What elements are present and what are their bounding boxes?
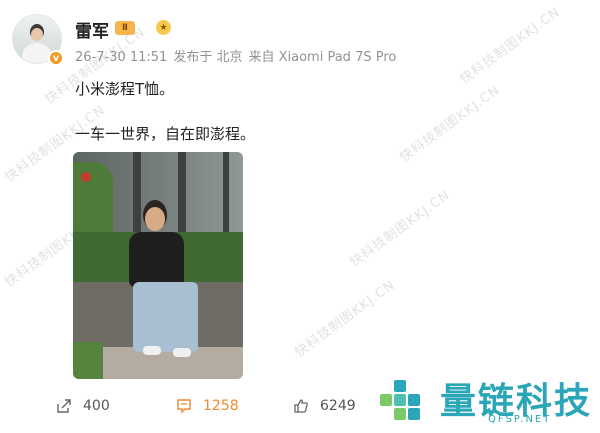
watermark-text: 快科技制图KKJ.CN <box>397 82 504 166</box>
like-button[interactable]: 6249 <box>292 397 356 415</box>
verified-badge: v <box>48 50 64 66</box>
comment-icon <box>175 397 193 415</box>
post-text-line2: 一车一世界，自在即澎程。 <box>75 125 256 143</box>
watermark-text: 快科技制图KKJ.CN <box>292 277 399 361</box>
comment-button[interactable]: 1258 <box>175 397 239 415</box>
watermark-text: 快科技制图KKJ.CN <box>457 4 564 88</box>
share-count: 400 <box>83 398 110 414</box>
watermark-text: 快科技制图KKJ.CN <box>347 187 454 271</box>
logo-subtitle: QFSP.NET <box>488 414 552 425</box>
medal-icon[interactable]: ★ <box>156 20 171 35</box>
author-name[interactable]: 雷军 <box>75 17 109 42</box>
device-source: 来自 Xiaomi Pad 7S Pro <box>248 50 397 65</box>
location: 发布于 北京 <box>173 50 243 65</box>
share-button[interactable]: 400 <box>55 397 110 415</box>
share-icon <box>55 397 73 415</box>
like-count: 6249 <box>320 398 356 414</box>
logo-mark-icon <box>380 378 430 424</box>
post-image[interactable] <box>73 152 243 379</box>
post-text-line1: 小米澎程T恤。 <box>75 80 175 98</box>
post-meta: 26-7-30 11:51 发布于 北京 来自 Xiaomi Pad 7S Pro <box>75 46 402 65</box>
comment-count: 1258 <box>203 398 239 414</box>
like-icon <box>292 397 310 415</box>
crown-badge[interactable]: Ⅱ <box>115 21 135 35</box>
timestamp[interactable]: 26-7-30 11:51 <box>75 50 167 65</box>
site-logo: 量链科技 QFSP.NET <box>380 372 595 427</box>
